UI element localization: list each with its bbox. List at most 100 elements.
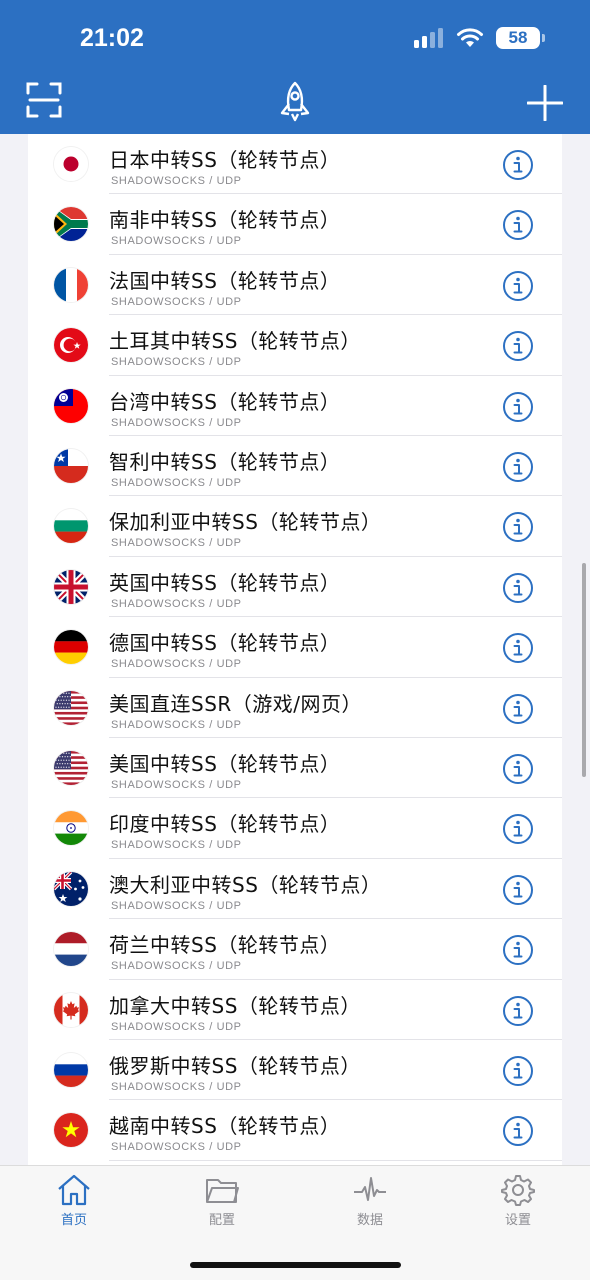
server-row[interactable]: 法国中转SS（轮转节点） SHADOWSOCKS / UDP xyxy=(28,255,562,316)
server-name: 台湾中转SS（轮转节点） xyxy=(109,389,341,414)
info-icon xyxy=(503,150,533,180)
server-name: 美国中转SS（轮转节点） xyxy=(109,752,341,776)
flag-us-icon xyxy=(54,751,88,785)
server-protocol: SHADOWSOCKS / UDP xyxy=(111,960,242,973)
info-icon xyxy=(503,1116,533,1147)
server-row[interactable]: 德国中转SS（轮转节点） SHADOWSOCKS / UDP xyxy=(28,617,562,678)
server-row[interactable]: 南非中转SS（轮转节点） SHADOWSOCKS / UDP xyxy=(28,194,562,255)
server-info-button[interactable] xyxy=(502,693,534,725)
server-row[interactable]: 印度中转SS（轮转节点） SHADOWSOCKS / UDP xyxy=(28,798,562,859)
tab-home[interactable]: 首页 xyxy=(29,1174,119,1234)
server-info-button[interactable] xyxy=(502,330,534,362)
info-icon xyxy=(503,633,533,664)
tab-config[interactable]: 配置 xyxy=(177,1174,267,1234)
scan-button[interactable] xyxy=(26,82,62,122)
flag-tw-icon xyxy=(54,388,88,423)
rocket-icon xyxy=(280,81,310,122)
scroll-indicator[interactable] xyxy=(582,563,586,777)
server-info-button[interactable] xyxy=(502,874,534,906)
server-row[interactable]: 英国中转SS（轮转节点） SHADOWSOCKS / UDP xyxy=(28,557,562,618)
server-info-button[interactable] xyxy=(502,753,534,785)
server-row[interactable]: 俄罗斯中转SS（轮转节点） SHADOWSOCKS / UDP xyxy=(28,1040,562,1101)
server-name: 土耳其中转SS（轮转节点） xyxy=(109,329,361,354)
flag-nl-icon xyxy=(54,932,88,967)
server-name: 法国中转SS（轮转节点） xyxy=(109,268,341,293)
server-info-button[interactable] xyxy=(502,934,534,966)
server-name: 荷兰中转SS（轮转节点） xyxy=(109,933,341,958)
info-icon xyxy=(503,210,533,241)
flag-za-icon xyxy=(54,207,88,242)
server-protocol: SHADOWSOCKS / UDP xyxy=(111,597,242,610)
server-info-button[interactable] xyxy=(502,511,534,543)
server-row[interactable]: 荷兰中转SS（轮转节点） SHADOWSOCKS / UDP xyxy=(28,919,562,980)
flag-fr-icon xyxy=(54,267,88,302)
server-protocol: SHADOWSOCKS / UDP xyxy=(111,1141,242,1154)
flag-jp-icon xyxy=(54,147,88,181)
info-icon xyxy=(503,452,533,482)
server-row[interactable]: 越南中转SS（轮转节点） SHADOWSOCKS / UDP xyxy=(28,1100,562,1161)
flag-de-icon xyxy=(54,630,88,665)
server-info-button[interactable] xyxy=(502,209,534,241)
server-protocol: SHADOWSOCKS / UDP xyxy=(111,658,242,671)
info-icon xyxy=(503,935,533,966)
server-info-button[interactable] xyxy=(502,270,534,302)
flag-vn-icon xyxy=(54,1113,88,1148)
server-info-button[interactable] xyxy=(502,632,534,664)
connect-rocket-button[interactable] xyxy=(277,80,313,128)
server-row[interactable]: 土耳其中转SS（轮转节点） SHADOWSOCKS / UDP xyxy=(28,315,562,376)
flag-tr-icon xyxy=(54,328,88,363)
server-protocol: SHADOWSOCKS / UDP xyxy=(111,839,242,852)
server-row[interactable]: 澳大利亚中转SS（轮转节点） SHADOWSOCKS / UDP xyxy=(28,859,562,920)
server-info-button[interactable] xyxy=(502,572,534,604)
server-row[interactable]: 日本中转SS（轮转节点） SHADOWSOCKS / UDP xyxy=(28,134,562,195)
server-name: 日本中转SS（轮转节点） xyxy=(109,148,341,172)
server-row[interactable]: 美国直连SSR（游戏/网页） SHADOWSOCKS / UDP xyxy=(28,678,562,738)
server-info-button[interactable] xyxy=(502,813,534,845)
server-protocol: SHADOWSOCKS / UDP xyxy=(111,477,242,489)
row-divider xyxy=(109,1159,562,1161)
status-time: 21:02 xyxy=(80,24,144,52)
gear-icon xyxy=(501,1175,535,1206)
info-icon xyxy=(503,874,533,905)
tab-data[interactable]: 数据 xyxy=(325,1174,415,1234)
info-icon xyxy=(503,391,533,422)
info-icon xyxy=(503,572,533,603)
flag-bg-icon xyxy=(54,509,88,544)
server-info-button[interactable] xyxy=(502,149,534,181)
wifi-icon xyxy=(457,28,483,47)
server-info-button[interactable] xyxy=(502,391,534,423)
server-info-button[interactable] xyxy=(502,451,534,483)
flag-cl-icon xyxy=(54,449,88,483)
tab-home-label: 首页 xyxy=(60,1213,87,1228)
server-protocol: SHADOWSOCKS / UDP xyxy=(111,1020,242,1033)
server-name: 美国直连SSR（游戏/网页） xyxy=(109,691,363,716)
flag-us-icon xyxy=(54,690,88,725)
server-info-button[interactable] xyxy=(502,995,534,1027)
server-info-button[interactable] xyxy=(502,1055,534,1087)
flag-gb-icon xyxy=(54,569,88,604)
activity-icon xyxy=(354,1177,386,1201)
tab-settings[interactable]: 设置 xyxy=(473,1174,563,1234)
home-indicator[interactable] xyxy=(190,1262,401,1268)
server-name: 越南中转SS（轮转节点） xyxy=(109,1114,341,1139)
server-name: 英国中转SS（轮转节点） xyxy=(109,570,341,595)
info-icon xyxy=(503,693,533,724)
server-row[interactable]: 智利中转SS（轮转节点） SHADOWSOCKS / UDP xyxy=(28,436,562,497)
server-name: 智利中转SS（轮转节点） xyxy=(109,450,341,474)
cellular-signal-icon xyxy=(414,28,443,48)
server-row[interactable]: 加拿大中转SS（轮转节点） SHADOWSOCKS / UDP xyxy=(28,980,562,1040)
server-protocol: SHADOWSOCKS / UDP xyxy=(111,175,242,187)
top-bar: 21:02 58 xyxy=(0,0,590,134)
server-protocol: SHADOWSOCKS / UDP xyxy=(111,899,242,912)
server-info-button[interactable] xyxy=(502,1115,534,1147)
server-row[interactable]: 美国中转SS（轮转节点） SHADOWSOCKS / UDP xyxy=(28,738,562,799)
server-row[interactable]: 保加利亚中转SS（轮转节点） SHADOWSOCKS / UDP xyxy=(28,496,562,557)
flag-ca-icon xyxy=(54,992,88,1027)
server-row[interactable]: 台湾中转SS（轮转节点） SHADOWSOCKS / UDP xyxy=(28,376,562,436)
server-name: 保加利亚中转SS（轮转节点） xyxy=(109,510,382,535)
add-button[interactable] xyxy=(526,84,564,125)
flag-in-icon xyxy=(54,811,88,846)
server-protocol: SHADOWSOCKS / UDP xyxy=(111,1081,242,1093)
server-name: 德国中转SS（轮转节点） xyxy=(109,631,341,656)
info-icon xyxy=(503,814,533,845)
